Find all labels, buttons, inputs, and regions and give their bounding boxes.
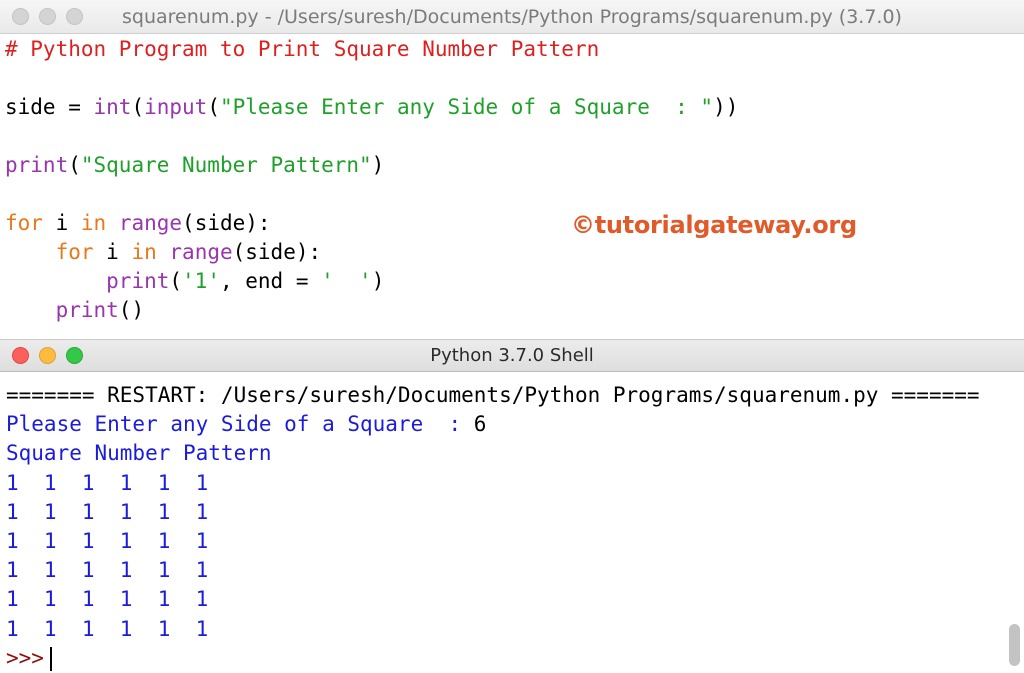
minimize-button[interactable]: [39, 347, 56, 364]
code-line-10: print(): [5, 296, 145, 325]
code-string: ' ': [321, 269, 372, 293]
shell-input-value: 6: [473, 412, 487, 436]
code-token: , end =: [219, 269, 322, 293]
code-token: (: [207, 95, 220, 119]
zoom-button[interactable]: [66, 347, 83, 364]
close-button[interactable]: [12, 8, 29, 25]
code-builtin: range: [118, 211, 183, 235]
code-token: (): [118, 298, 145, 322]
code-editor[interactable]: # Python Program to Print Square Number …: [5, 34, 1015, 334]
code-keyword: in: [80, 211, 107, 235]
editor-window-controls: [12, 0, 83, 33]
editor-titlebar[interactable]: squarenum.py - /Users/suresh/Documents/P…: [0, 0, 1024, 34]
shell-heading: Square Number Pattern: [6, 441, 272, 465]
code-line-3: side = int(input("Please Enter any Side …: [5, 93, 738, 122]
code-keyword: in: [131, 240, 157, 264]
code-keyword: for: [5, 211, 43, 235]
code-token: ): [371, 269, 385, 293]
shell-prompt: >>>: [6, 646, 44, 670]
code-token: i: [42, 211, 81, 235]
pattern-row: 1 1 1 1 1 1: [6, 529, 209, 553]
code-builtin: print: [5, 153, 69, 177]
shell-titlebar[interactable]: Python 3.7.0 Shell: [0, 339, 1024, 372]
code-token: i: [93, 240, 132, 264]
code-line-7: for i in range(side):: [5, 209, 271, 238]
code-token: (: [68, 153, 81, 177]
shell-input-prompt: Please Enter any Side of a Square :: [6, 412, 474, 436]
code-builtin: print: [106, 269, 170, 293]
zoom-button[interactable]: [66, 8, 83, 25]
pattern-row: 1 1 1 1 1 1: [6, 617, 209, 641]
code-token: ): [371, 153, 385, 177]
shell-scrollbar[interactable]: [1009, 624, 1020, 666]
shell-output[interactable]: ======= RESTART: /Users/suresh/Documents…: [6, 381, 1006, 671]
pattern-row: 1 1 1 1 1 1: [6, 558, 209, 582]
code-line-1: # Python Program to Print Square Number …: [5, 35, 599, 64]
code-string: "Please Enter any Side of a Square : ": [219, 95, 714, 119]
pattern-row: 1 1 1 1 1 1: [6, 471, 209, 495]
code-builtin: range: [169, 240, 233, 264]
watermark: ©tutorialgateway.org: [571, 211, 857, 239]
code-string: '1': [182, 269, 220, 293]
code-string: "Square Number Pattern": [80, 153, 372, 177]
code-line-5: print("Square Number Pattern"): [5, 151, 384, 180]
code-token: side =: [5, 95, 94, 119]
code-token: (: [169, 269, 183, 293]
minimize-button[interactable]: [39, 8, 56, 25]
editor-window-title: squarenum.py - /Users/suresh/Documents/P…: [122, 5, 902, 28]
code-token: (: [131, 95, 145, 119]
code-token: (side):: [232, 240, 322, 264]
code-builtin: int: [93, 95, 132, 119]
shell-window-controls: [12, 340, 83, 371]
shell-restart-line: ======= RESTART: /Users/suresh/Documents…: [6, 383, 980, 407]
code-keyword: for: [55, 240, 94, 264]
text-cursor: [49, 647, 52, 671]
close-button[interactable]: [12, 347, 29, 364]
code-line-8: for i in range(side):: [5, 238, 322, 267]
shell-window-title: Python 3.7.0 Shell: [430, 345, 594, 366]
code-token: (side):: [182, 211, 271, 235]
shell-prompt-line[interactable]: >>>: [6, 644, 52, 673]
code-token: )): [713, 95, 739, 119]
shell-input-line: Please Enter any Side of a Square : 6: [6, 410, 486, 439]
code-line-9: print('1', end = ' '): [5, 267, 384, 296]
pattern-row: 1 1 1 1 1 1: [6, 587, 209, 611]
pattern-row: 1 1 1 1 1 1: [6, 500, 209, 524]
code-comment: # Python Program to Print Square Number …: [5, 37, 600, 61]
code-builtin: print: [55, 298, 119, 322]
code-builtin: input: [144, 95, 208, 119]
